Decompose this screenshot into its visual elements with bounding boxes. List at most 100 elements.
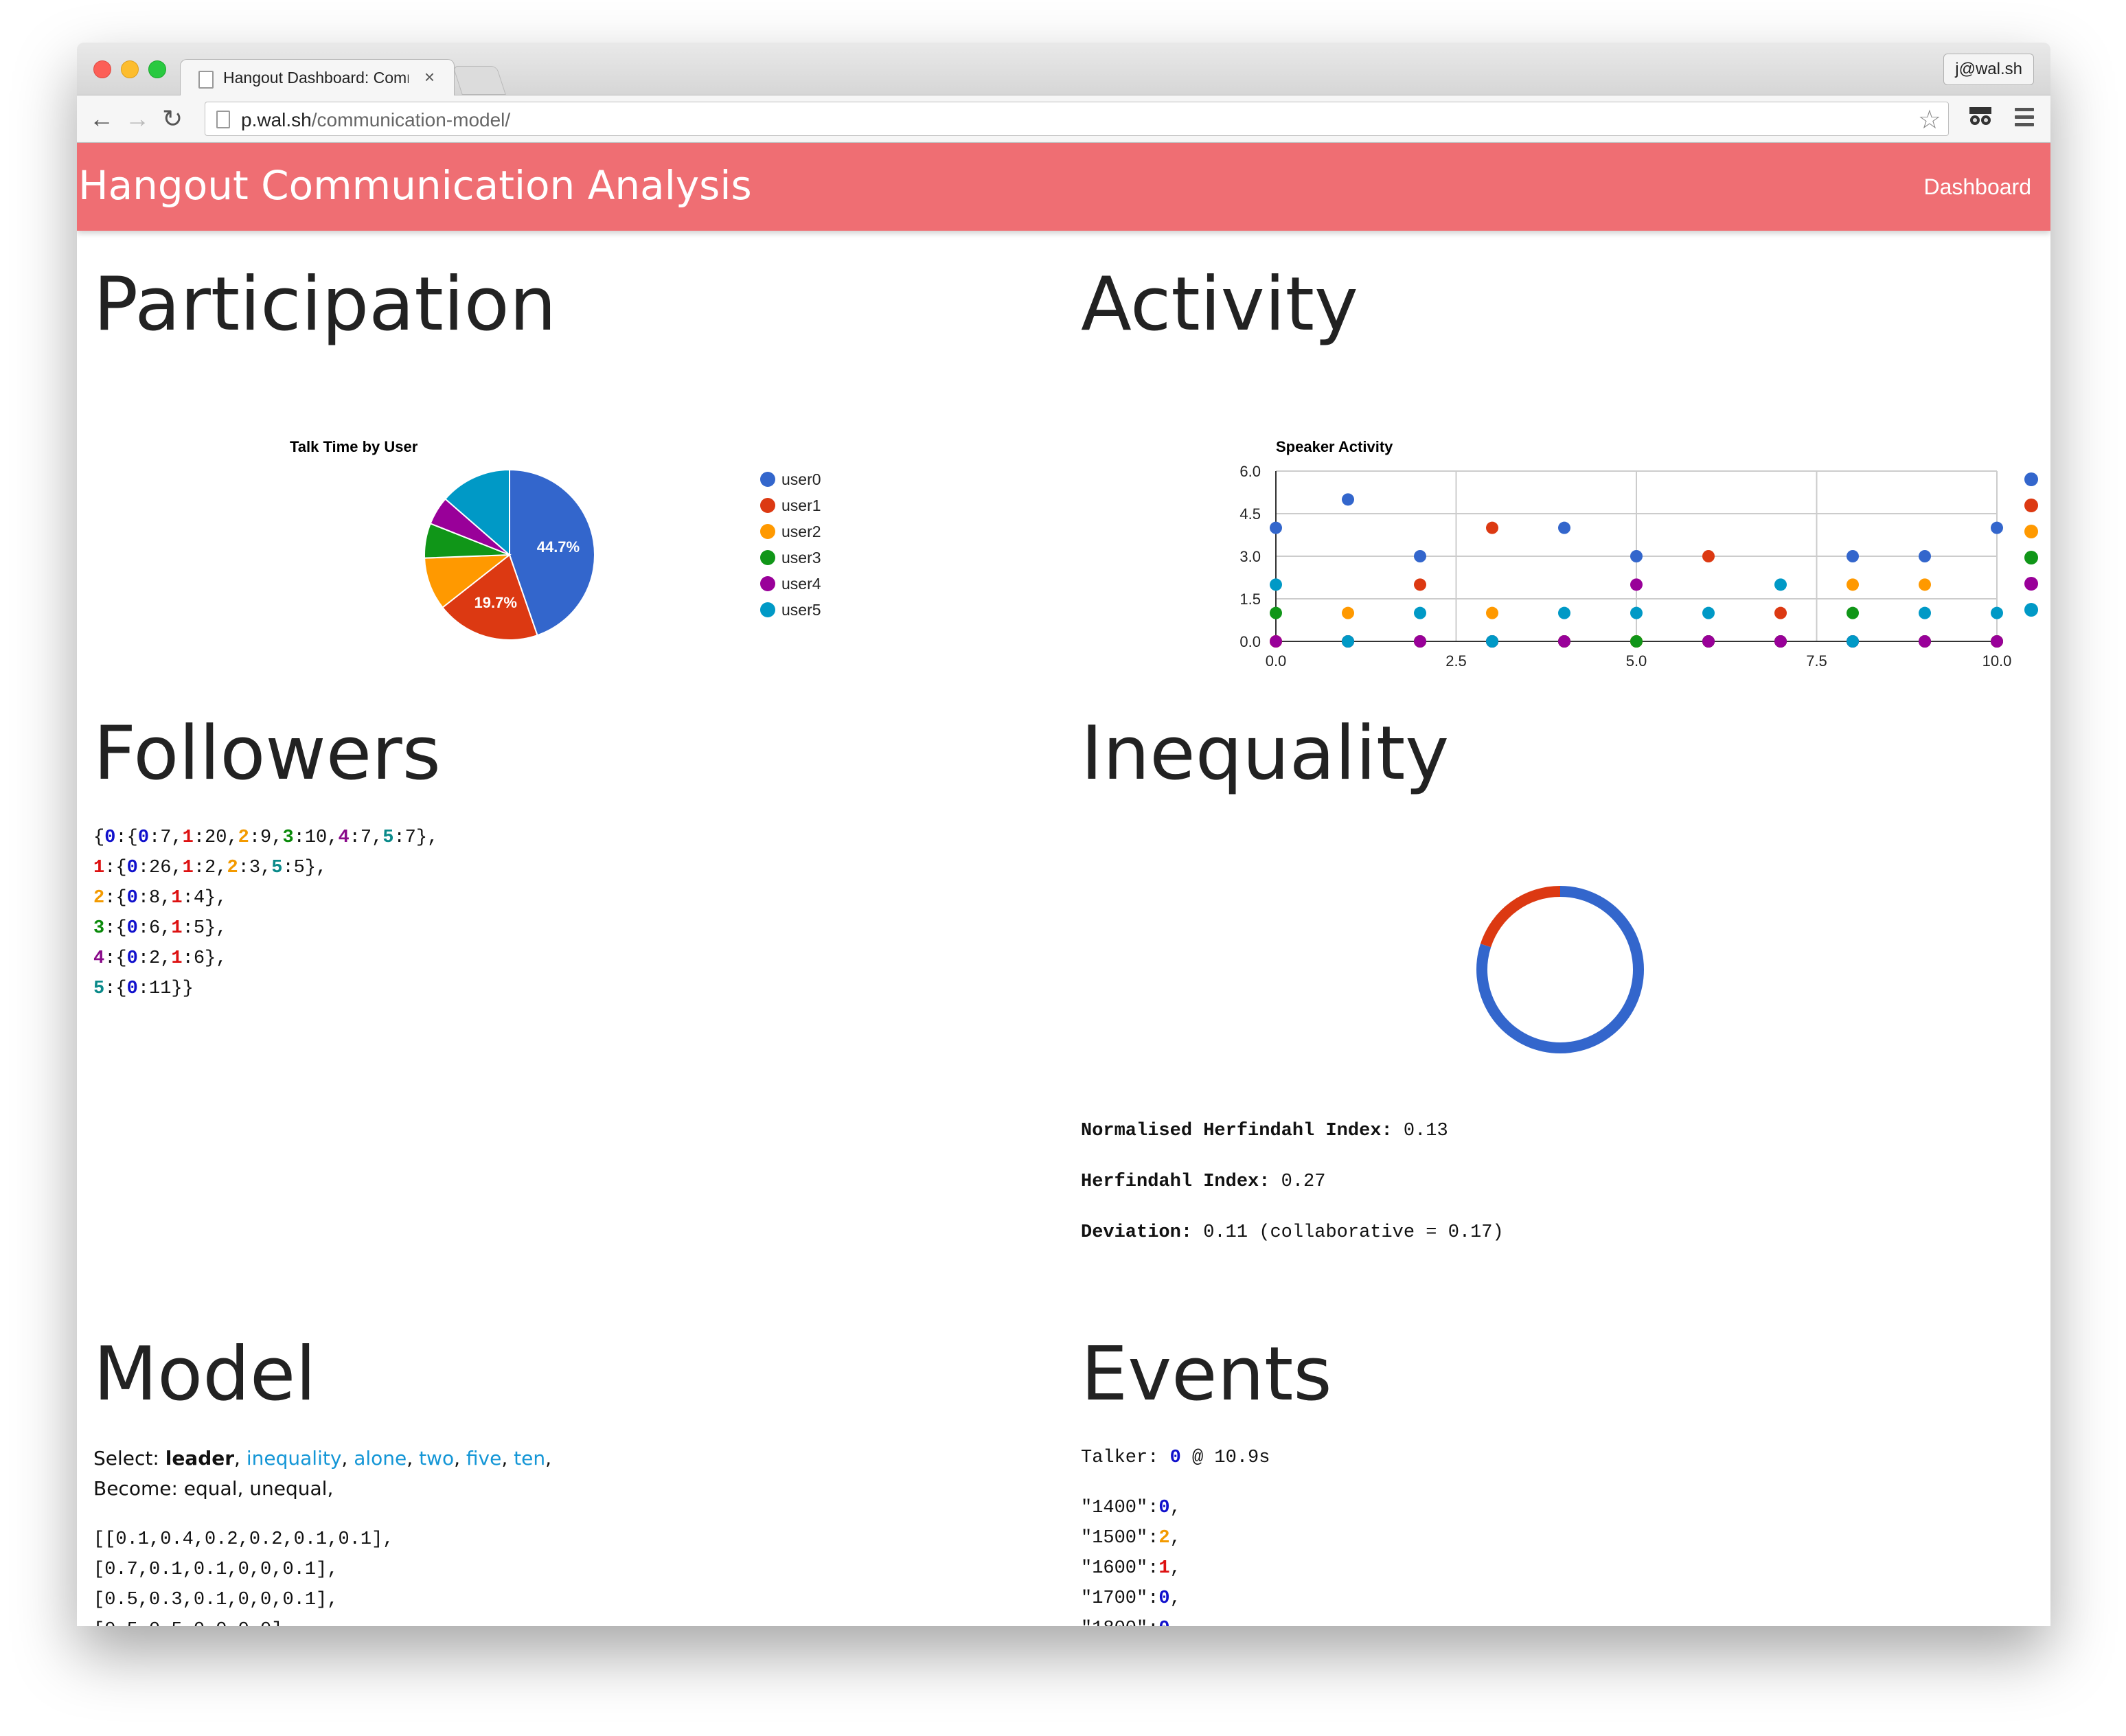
events-heading: Events <box>1081 1332 1332 1417</box>
user-key: 0 <box>126 979 138 999</box>
code-text: , <box>1169 1498 1181 1518</box>
select-five-link[interactable]: five <box>466 1447 501 1470</box>
inequality-heading: Inequality <box>1081 711 1450 797</box>
y-tick-label: 6.0 <box>1239 463 1261 480</box>
close-window-button[interactable] <box>93 60 111 78</box>
app-header: Hangout Communication Analysis Dashboard <box>77 143 2050 231</box>
user-key: 1 <box>171 948 183 969</box>
user-key: 0 <box>137 827 150 848</box>
x-tick-label: 5.0 <box>1626 652 1647 670</box>
extension-icon[interactable] <box>1969 105 1992 128</box>
code-text: :{ <box>104 979 127 999</box>
events-code: "1400":0,"1500":2,"1600":1,"1700":0,"180… <box>1081 1493 1181 1626</box>
legend-label-user5: user5 <box>781 601 821 619</box>
point-user5 <box>1774 578 1787 591</box>
select-ten-link[interactable]: ten <box>514 1447 545 1470</box>
chart-title: Talk Time by User <box>290 438 418 455</box>
legend-marker-user2 <box>2024 525 2038 538</box>
legend-marker-user3 <box>760 550 775 565</box>
code-text: :10, <box>293 827 339 848</box>
user-key: 3 <box>93 918 105 939</box>
event-line: "1400":0, <box>1081 1493 1181 1523</box>
point-user5 <box>1414 606 1426 619</box>
user-key: 5 <box>382 827 394 848</box>
url-path: /communication-model/ <box>311 109 511 130</box>
reload-icon[interactable]: ↻ <box>162 105 183 133</box>
normalised-herfindahl-stat: Normalised Herfindahl Index: 0.13 <box>1081 1121 1448 1141</box>
point-user4 <box>1919 635 1931 648</box>
event-line: "1700":0, <box>1081 1584 1181 1614</box>
zoom-window-button[interactable] <box>148 60 166 78</box>
talk-time-pie-chart: Talk Time by User 44.7% 19.7% user0 user1 use… <box>290 438 821 641</box>
user-key: 1 <box>1158 1558 1170 1579</box>
point-user3 <box>1630 635 1643 648</box>
profile-button[interactable]: j@wal.sh <box>1943 54 2034 85</box>
address-bar[interactable]: p.wal.sh/communication-model/ ☆ <box>205 102 1949 136</box>
select-leader-link[interactable]: leader <box>165 1447 234 1470</box>
user-key: 2 <box>93 888 105 909</box>
code-text: :6, <box>137 918 172 939</box>
y-tick-label: 0.0 <box>1239 633 1261 650</box>
model-heading: Model <box>93 1332 317 1417</box>
user-key: 0 <box>126 918 138 939</box>
chart-title: Speaker Activity <box>1276 438 1393 455</box>
code-text: :6}, <box>182 948 227 969</box>
user-key: 0 <box>1158 1588 1170 1609</box>
event-line: "1600":1, <box>1081 1553 1181 1584</box>
code-text: :20, <box>193 827 238 848</box>
page-info-icon[interactable] <box>216 111 230 128</box>
user-key: 0 <box>126 948 138 969</box>
back-icon[interactable]: ← <box>89 105 114 133</box>
point-user2 <box>1342 606 1354 619</box>
slice-label: 44.7% <box>537 538 580 556</box>
code-text: :11}} <box>137 979 194 999</box>
point-user4 <box>1630 578 1643 591</box>
y-tick-label: 3.0 <box>1239 548 1261 565</box>
code-text: :9, <box>249 827 283 848</box>
inequality-donut-chart <box>1476 886 1644 1053</box>
user-key: 1 <box>93 858 105 878</box>
point-user4 <box>1414 635 1426 648</box>
tab-close-icon[interactable]: × <box>424 67 435 88</box>
point-user4 <box>1991 635 2003 648</box>
legend-marker-user0 <box>2024 472 2038 486</box>
legend-label-user0: user0 <box>781 470 821 488</box>
select-inequality-link[interactable]: inequality <box>247 1447 342 1470</box>
code-text: :26, <box>137 858 183 878</box>
point-user3 <box>1847 606 1859 619</box>
legend-marker-user5 <box>2024 603 2038 617</box>
legend-marker-user2 <box>760 524 775 539</box>
forward-icon[interactable]: → <box>125 105 150 133</box>
select-alone-link[interactable]: alone <box>354 1447 407 1470</box>
user-key: 0 <box>1158 1498 1170 1518</box>
code-text: :{ <box>115 827 138 848</box>
point-user0 <box>1558 521 1570 534</box>
code-text: :{ <box>104 948 127 969</box>
user-key: 5 <box>271 858 283 878</box>
select-two-link[interactable]: two <box>419 1447 454 1470</box>
hi-value: 0.27 <box>1270 1172 1326 1192</box>
user-key: 0 <box>126 888 138 909</box>
model-select-line: Select: leader, inequality, alone, two, … <box>93 1447 552 1470</box>
new-tab-button[interactable] <box>453 66 506 95</box>
code-text: , <box>1169 1588 1181 1609</box>
minimize-window-button[interactable] <box>121 60 139 78</box>
model-matrix: [[0.1,0.4,0.2,0.2,0.1,0.1], [0.7,0.1,0.1,… <box>93 1524 393 1626</box>
dashboard-link[interactable]: Dashboard <box>1923 174 2031 200</box>
legend-marker-user5 <box>760 602 775 617</box>
url-text[interactable]: p.wal.sh/communication-model/ <box>241 109 510 131</box>
point-user1 <box>1414 578 1426 591</box>
app-title: Hangout Communication Analysis <box>78 162 752 209</box>
point-user2 <box>1486 606 1498 619</box>
point-user5 <box>1270 578 1282 591</box>
code-text: :7, <box>149 827 183 848</box>
matrix-row: [0.5,0.5,0,0,0,0], <box>93 1615 393 1626</box>
followers-line: 2:{0:8,1:4}, <box>93 883 438 913</box>
browser-tab[interactable]: Hangout Dashboard: Comm × <box>180 59 455 95</box>
user-key: 5 <box>93 979 105 999</box>
y-tick-label: 4.5 <box>1239 505 1261 523</box>
bookmark-star-icon[interactable]: ☆ <box>1918 104 1941 135</box>
matrix-row: [0.5,0.3,0.1,0,0,0.1], <box>93 1590 339 1610</box>
speaker-activity-chart: Speaker Activity 0.0 1.5 3.0 4.5 6.0 0.0 2.5 5.0… <box>1239 438 2038 670</box>
menu-icon[interactable] <box>2015 108 2034 127</box>
